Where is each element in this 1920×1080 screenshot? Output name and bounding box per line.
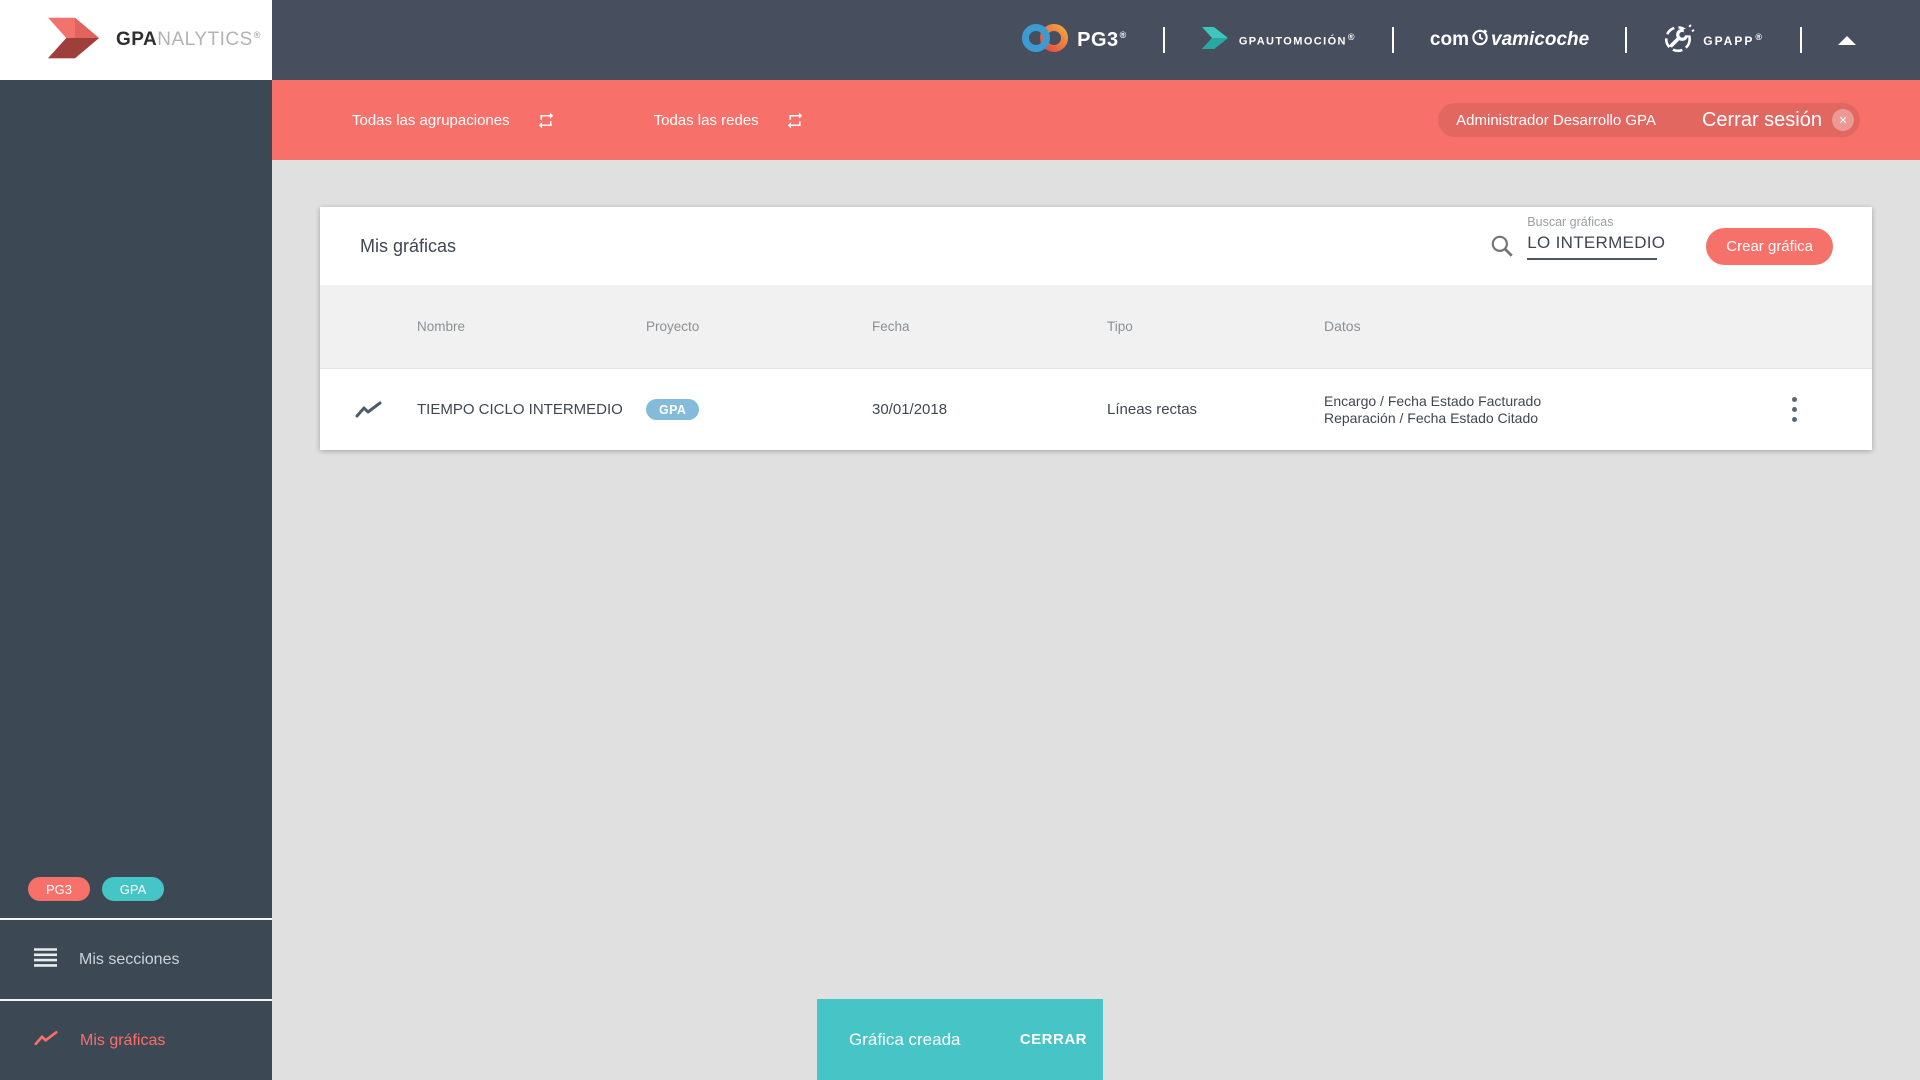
page-title: Mis gráficas [360,235,457,256]
menu-icon [34,947,57,972]
redes-filter-label[interactable]: Todas las redes [654,112,759,129]
create-chart-button[interactable]: Crear gráfica [1706,227,1833,265]
search-input[interactable]: Buscar gráficas LO INTERMEDIO [1527,215,1665,260]
snackbar-close-button[interactable]: CERRAR [1020,1031,1087,1048]
wrench-icon [1663,22,1695,59]
topbar-divider [1391,27,1394,53]
comprovamicoche-logo[interactable]: com vamicoche [1430,28,1589,52]
pg3-logo[interactable]: PG3® [1021,23,1127,58]
snackbar: Gráfica creada CERRAR [817,999,1103,1080]
search-input-value: LO INTERMEDIO [1527,233,1666,252]
column-header-datos: Datos [1324,318,1361,334]
gpanalytics-logo[interactable]: GPANALYTICS® [0,0,272,80]
datos-line-1: Encargo / Fecha Estado Facturado [1324,392,1542,409]
search-icon[interactable] [1489,233,1515,259]
gpanalytics-wordmark: GPANALYTICS® [116,29,261,50]
card-toolbar: Mis gráficas Buscar gráficas LO INTERMED… [320,207,1872,285]
cell-tipo: Líneas rectas [1107,401,1198,418]
clock-icon [1469,28,1491,52]
sidebar-item-mis-graficas[interactable]: Mis gráficas [0,1001,272,1080]
cell-proyecto: GPA [646,399,872,420]
current-user-label: Administrador Desarrollo GPA [1456,111,1656,129]
sidebar-item-label: Mis secciones [79,950,180,968]
pg3-wordmark: PG3® [1077,28,1127,51]
column-header-tipo: Tipo [1107,319,1133,334]
column-header-proyecto: Proyecto [646,319,700,334]
sidebar-item-label: Mis gráficas [80,1031,166,1049]
user-session-pill: Administrador Desarrollo GPA Cerrar sesi… [1438,103,1860,137]
top-app-bar: PG3® GPAUTOMOCIÓN® com vamicoche GPAPP® [272,0,1920,80]
gpanalytics-arrow-icon [46,13,104,68]
comprova-com-text: com [1429,29,1469,50]
logout-button[interactable]: Cerrar sesión [1702,109,1822,132]
cell-fecha: 30/01/2018 [872,401,948,418]
sidebar: GPANALYTICS® PG3 GPA Mis secciones Mis g… [0,0,272,1080]
row-chart-type-icon [320,401,417,419]
badge-gpa[interactable]: GPA [102,877,164,901]
infinity-icon [1021,23,1069,58]
gpautomocion-wordmark: GPAUTOMOCIÓN® [1238,32,1356,48]
comprova-vamicoche-text: vamicoche [1491,29,1590,50]
filter-bar: Todas las agrupaciones Todas las redes A… [272,80,1920,160]
table-row[interactable]: TIEMPO CICLO INTERMEDIO GPA 30/01/2018 L… [320,368,1872,450]
topbar-divider [1162,27,1165,53]
gpapp-logo[interactable]: GPAPP® [1663,22,1764,59]
gpautomocion-logo[interactable]: GPAUTOMOCIÓN® [1201,24,1356,57]
cell-nombre: TIEMPO CICLO INTERMEDIO [417,401,623,418]
column-header-nombre: Nombre [417,319,466,334]
gpapp-wordmark: GPAPP® [1703,32,1764,48]
column-header-fecha: Fecha [872,319,910,334]
datos-line-2: Reparación / Fecha Estado Citado [1324,409,1539,426]
topbar-divider [1625,27,1628,53]
mis-graficas-card: Mis gráficas Buscar gráficas LO INTERMED… [320,207,1872,450]
swap-redes-icon[interactable] [785,111,805,130]
agrupaciones-filter-label[interactable]: Todas las agrupaciones [352,112,510,129]
swap-agrupaciones-icon[interactable] [536,111,556,130]
collapse-topbar-icon[interactable] [1838,35,1856,45]
project-badge: GPA [646,399,700,420]
sidebar-badges: PG3 GPA [0,860,272,918]
cell-datos: Encargo / Fecha Estado Facturado Reparac… [1324,393,1760,427]
snackbar-message: Gráfica creada [849,1029,961,1049]
search-input-label: Buscar gráficas [1527,215,1614,229]
row-more-options-icon[interactable] [1788,391,1801,429]
topbar-divider [1800,27,1802,53]
sidebar-bottom: PG3 GPA Mis secciones Mis gráficas [0,860,272,1080]
teal-arrow-icon [1201,24,1231,57]
table-header-row: Nombre Proyecto Fecha Tipo Datos [320,285,1872,368]
badge-pg3[interactable]: PG3 [28,877,90,901]
close-session-icon[interactable]: ✕ [1832,109,1854,131]
line-chart-icon [34,1030,58,1052]
sidebar-item-mis-secciones[interactable]: Mis secciones [0,920,272,999]
